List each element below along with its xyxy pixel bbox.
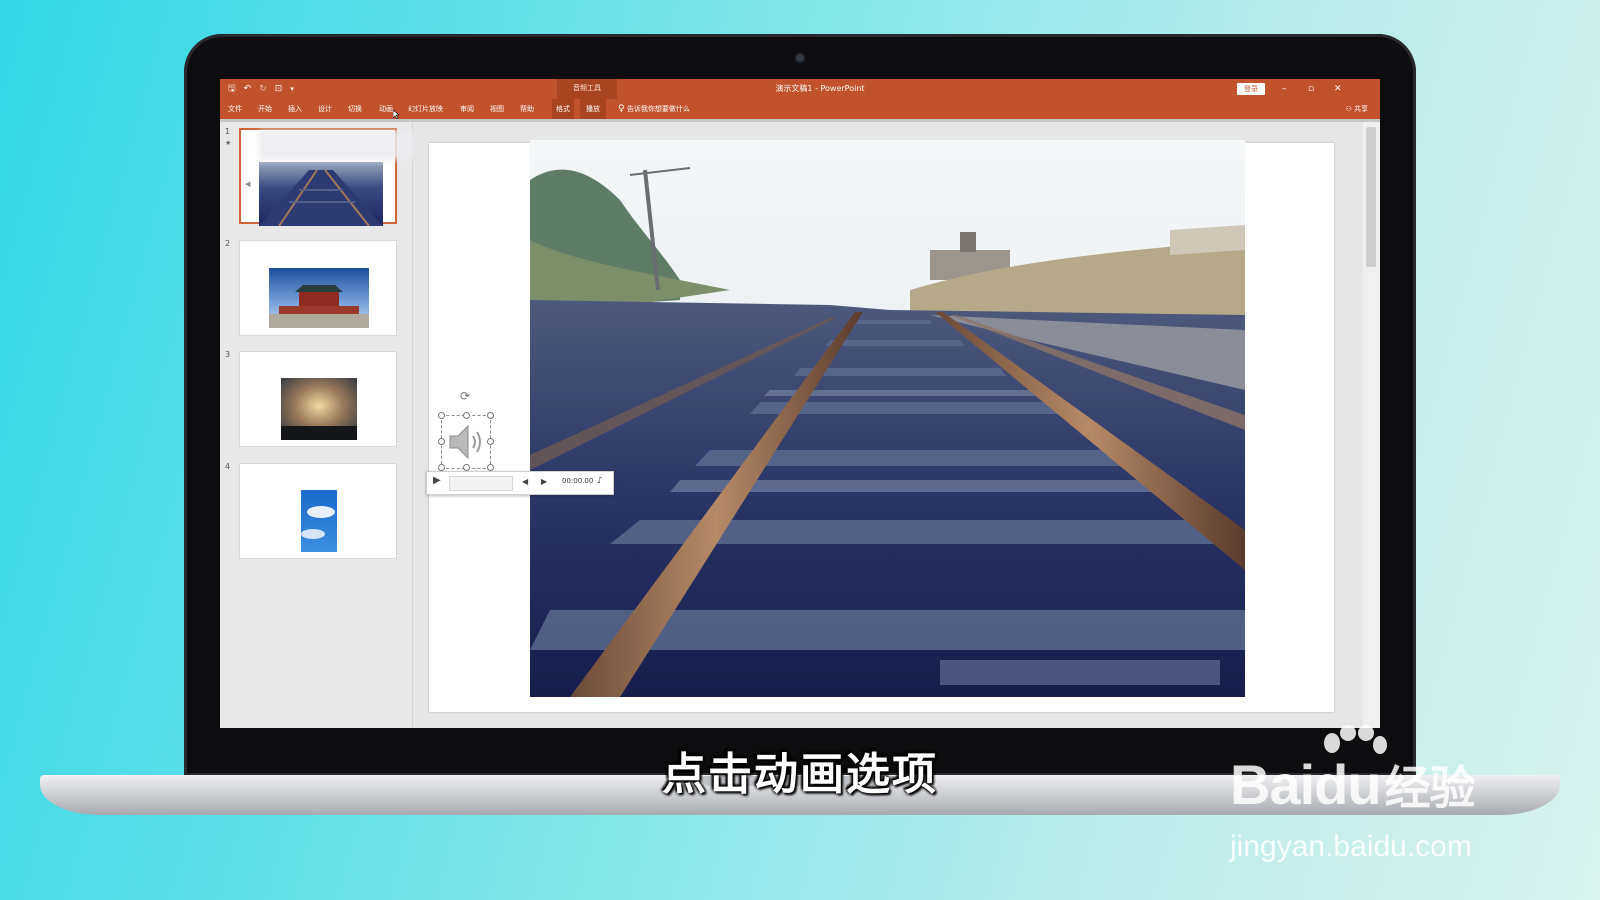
- tab-view[interactable]: 视图: [488, 99, 506, 119]
- quick-access-toolbar: 🖫 ↶ ↻ ⊡ ▾: [228, 82, 294, 96]
- minimize-button[interactable]: –: [1282, 82, 1287, 96]
- step-back-icon[interactable]: ◀: [522, 477, 528, 486]
- tab-insert[interactable]: 插入: [286, 99, 304, 119]
- ribbon-tabs: 文件 开始 插入 设计 切换 动画 幻灯片放映 审阅 视图 帮助 格式 播放 ♀…: [220, 99, 1380, 120]
- logo-cn: 经验: [1384, 761, 1476, 815]
- speaker-icon: [449, 424, 481, 460]
- tab-review[interactable]: 审阅: [458, 99, 476, 119]
- tab-design[interactable]: 设计: [316, 99, 334, 119]
- resize-handle[interactable]: [487, 438, 494, 445]
- resize-handle[interactable]: [487, 464, 494, 471]
- tab-help[interactable]: 帮助: [518, 99, 536, 119]
- slide-thumbnail-1[interactable]: ◀: [239, 128, 419, 226]
- close-button[interactable]: ✕: [1334, 82, 1342, 96]
- slide-number: 4: [225, 462, 231, 471]
- playback-time: 00:00.00: [562, 477, 594, 485]
- tiananmen-thumbnail: [269, 268, 369, 328]
- audio-player-bar: ▶ ◀ ▶ 00:00.00 ♪: [426, 471, 614, 495]
- slide-thumbnail-3[interactable]: [239, 351, 397, 447]
- tell-me-text: 告诉我你想要做什么: [626, 105, 690, 113]
- slide-thumbnail-4[interactable]: [239, 463, 397, 559]
- slide-number: 2: [225, 239, 231, 248]
- tab-playback[interactable]: 播放: [580, 99, 606, 119]
- rotate-handle-icon[interactable]: ⟳: [460, 389, 470, 403]
- restore-button[interactable]: ▫: [1308, 82, 1314, 96]
- slide-thumbnail-pane: 1 ★ ◀ 2 3 4: [220, 122, 419, 728]
- title-bar: 🖫 ↶ ↻ ⊡ ▾ 音频工具 演示文稿1 - PowerPoint 登录 ▭ –…: [220, 79, 1380, 99]
- slide-number: 3: [225, 350, 231, 359]
- share-label: 共享: [1354, 105, 1368, 113]
- sunset-clouds-thumbnail: [281, 378, 357, 440]
- webcam: [796, 54, 804, 62]
- resize-handle[interactable]: [463, 412, 470, 419]
- tab-slide-show[interactable]: 幻灯片放映: [406, 99, 445, 119]
- resize-handle[interactable]: [463, 464, 470, 471]
- slide-number: 1: [225, 127, 231, 136]
- tab-file[interactable]: 文件: [226, 99, 244, 119]
- volume-icon[interactable]: ♪: [597, 476, 603, 486]
- save-icon[interactable]: 🖫: [228, 82, 236, 96]
- start-from-beginning-icon[interactable]: ⊡: [275, 82, 283, 96]
- resize-handle[interactable]: [438, 464, 445, 471]
- tab-home[interactable]: 开始: [256, 99, 274, 119]
- customize-qat-icon[interactable]: ▾: [290, 82, 294, 96]
- speaker-mini-icon: ◀: [245, 180, 251, 188]
- railway-tracks-photo[interactable]: [530, 140, 1245, 697]
- blur-overlay: [259, 130, 419, 160]
- audio-tools-group-label: 音频工具: [557, 79, 617, 99]
- animation-star-icon: ★: [225, 139, 232, 147]
- scrollbar-thumb[interactable]: [1366, 127, 1376, 267]
- slide-thumbnail-2[interactable]: [239, 240, 397, 336]
- watermark-url: jingyan.baidu.com: [1230, 830, 1472, 863]
- resize-handle[interactable]: [438, 412, 445, 419]
- tab-transitions[interactable]: 切换: [346, 99, 364, 119]
- play-icon[interactable]: ▶: [433, 475, 441, 486]
- seek-bar[interactable]: [449, 476, 513, 491]
- step-forward-icon[interactable]: ▶: [541, 477, 547, 486]
- audio-object[interactable]: [438, 412, 494, 471]
- railway-thumbnail: [259, 162, 383, 226]
- redo-icon[interactable]: ↻: [259, 82, 267, 96]
- resize-handle[interactable]: [438, 438, 445, 445]
- blue-sky-thumbnail: [301, 490, 337, 552]
- ribbon-display-options-icon[interactable]: ▭: [1254, 82, 1263, 96]
- document-title: 演示文稿1 - PowerPoint: [775, 84, 865, 93]
- tab-format[interactable]: 格式: [552, 99, 574, 119]
- tell-me-box[interactable]: ♀ 告诉我你想要做什么: [618, 99, 690, 119]
- undo-icon[interactable]: ↶: [244, 82, 252, 96]
- lightbulb-icon: ♀: [618, 104, 625, 114]
- logo-latin: Bai: [1230, 753, 1315, 816]
- logo-latin-2: du: [1314, 753, 1381, 816]
- share-button[interactable]: ⚇ 共享: [1345, 99, 1368, 119]
- person-icon: ⚇: [1345, 105, 1352, 113]
- baidu-jingyan-logo: Baidu经验: [1230, 752, 1476, 818]
- resize-handle[interactable]: [487, 412, 494, 419]
- powerpoint-window: 🖫 ↶ ↻ ⊡ ▾ 音频工具 演示文稿1 - PowerPoint 登录 ▭ –…: [220, 79, 1380, 728]
